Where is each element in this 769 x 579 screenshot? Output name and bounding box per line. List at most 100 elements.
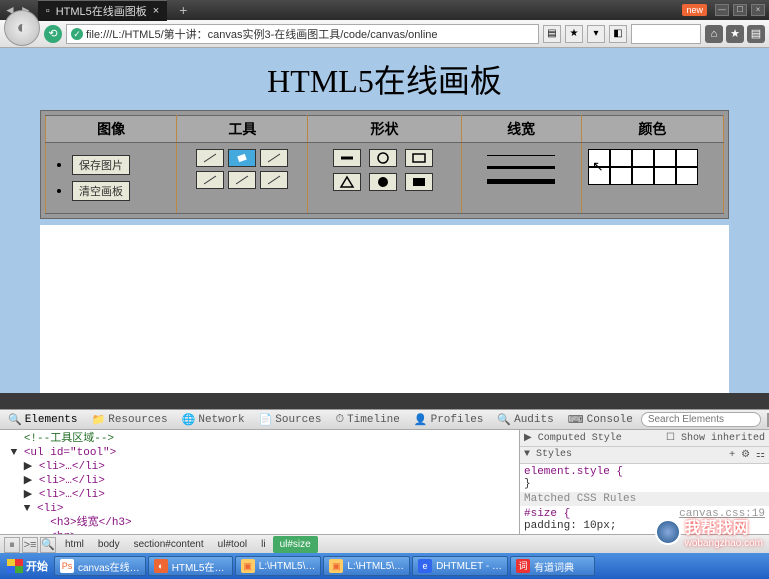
tab-timeline[interactable]: ⏱Timeline	[329, 412, 405, 428]
styles-section[interactable]: Styles	[536, 449, 572, 460]
taskbar-item[interactable]: Pscanvas在线…	[54, 556, 146, 576]
devtools-search	[641, 412, 761, 427]
crumb[interactable]: ul#tool	[211, 536, 254, 553]
browser-tab[interactable]: ▫ HTML5在线画图板 ×	[38, 0, 167, 21]
tab-audits[interactable]: 🔍Audits	[491, 411, 559, 429]
new-badge: new	[682, 4, 707, 16]
col-color: 颜色	[581, 116, 723, 143]
tab-console[interactable]: ⌨Console	[562, 411, 639, 429]
color-swatch[interactable]	[588, 149, 610, 167]
list-item: 清空画板	[72, 181, 170, 201]
reload-button[interactable]: ⟲	[44, 25, 62, 43]
elements-panel[interactable]: <!--工具区域--> ▼ <ul id="tool"> ▶ <li>…</li…	[0, 430, 519, 534]
page-content: HTML5在线画板 图像 工具 形状 线宽 颜色 保存图片 清空画板	[0, 48, 769, 393]
compat-icon[interactable]: ◧	[609, 25, 627, 43]
tab-resources[interactable]: 📁Resources	[86, 411, 174, 429]
star-icon[interactable]: ★	[565, 25, 583, 43]
tool-line[interactable]	[196, 171, 224, 189]
toolbar: 图像 工具 形状 线宽 颜色 保存图片 清空画板	[40, 110, 729, 219]
start-button[interactable]: 开始	[3, 558, 52, 574]
inspect-icon[interactable]: 🔍	[40, 537, 56, 553]
list-item: 保存图片	[72, 155, 170, 175]
taskbar-item[interactable]: ▣L:\HTML5\…	[235, 556, 322, 576]
color-swatch[interactable]	[610, 149, 632, 167]
tool-line2[interactable]	[228, 171, 256, 189]
col-width: 线宽	[461, 116, 581, 143]
devtools-tabs: 🔍Elements 📁Resources 🌐Network 📄Sources ⏱…	[0, 410, 769, 430]
taskbar-item[interactable]: ◐HTML5在…	[148, 556, 233, 576]
tab-close-icon[interactable]: ×	[153, 5, 159, 17]
search-input[interactable]	[631, 24, 701, 44]
shape-hline[interactable]	[333, 149, 361, 167]
menu-button[interactable]: ▤	[747, 25, 765, 43]
color-swatch[interactable]	[654, 149, 676, 167]
pause-icon[interactable]: ⏸	[4, 537, 20, 553]
tool-brush[interactable]	[260, 149, 288, 167]
dict-icon: 词	[516, 559, 530, 573]
rss-icon[interactable]: ▤	[543, 25, 561, 43]
tool-eraser[interactable]	[228, 149, 256, 167]
page-title: HTML5在线画板	[0, 48, 769, 110]
magnifier-icon	[655, 519, 681, 545]
dropdown-icon[interactable]: ▾	[587, 25, 605, 43]
tab-sources[interactable]: 📄Sources	[253, 411, 328, 429]
taskbar-item[interactable]: eDHTMLET - …	[412, 556, 508, 576]
color-swatch[interactable]	[676, 149, 698, 167]
color-swatch[interactable]	[588, 167, 610, 185]
color-swatch[interactable]	[654, 167, 676, 185]
canvas[interactable]	[40, 225, 729, 393]
tool-pencil[interactable]	[196, 149, 224, 167]
address-bar: ◐ ⟲ ✓ file:///L:/HTML5/第十讲：canvas实例3-在线画…	[0, 20, 769, 48]
shape-filled-circle[interactable]	[369, 173, 397, 191]
ie-icon: e	[418, 559, 432, 573]
tab-title: HTML5在线画图板	[56, 3, 147, 19]
home-button[interactable]: ⌂	[705, 25, 723, 43]
url-field[interactable]: ✓ file:///L:/HTML5/第十讲：canvas实例3-在线画图工具/…	[66, 24, 539, 44]
bookmark-button[interactable]: ★	[726, 25, 744, 43]
tool-table: 图像 工具 形状 线宽 颜色 保存图片 清空画板	[45, 115, 724, 214]
max-button[interactable]: ☐	[733, 4, 747, 16]
windows-logo-icon	[7, 559, 23, 573]
crumb[interactable]: body	[91, 536, 127, 553]
app-icon: Ps	[60, 559, 74, 573]
crumb[interactable]: li	[254, 536, 272, 553]
crumb-selected[interactable]: ul#size	[273, 536, 318, 553]
width-3[interactable]	[487, 166, 555, 169]
save-image-button[interactable]: 保存图片	[72, 155, 130, 175]
devtools-search-input[interactable]	[641, 412, 761, 427]
browser-logo-icon[interactable]: ◐	[4, 10, 40, 46]
col-image: 图像	[46, 116, 177, 143]
tool-line3[interactable]	[260, 171, 288, 189]
shape-rect[interactable]	[405, 149, 433, 167]
new-tab-button[interactable]: +	[173, 2, 193, 18]
taskbar-item[interactable]: ▣L:\HTML5\…	[323, 556, 410, 576]
crumb[interactable]: html	[58, 536, 91, 553]
min-button[interactable]: —	[715, 4, 729, 16]
color-swatch[interactable]	[632, 167, 654, 185]
col-tool: 工具	[177, 116, 308, 143]
width-5[interactable]	[487, 179, 555, 184]
app-icon: ◐	[154, 559, 168, 573]
folder-icon: ▣	[241, 559, 255, 573]
crumb[interactable]: section#content	[127, 536, 211, 553]
taskbar-item[interactable]: 词有道词典	[510, 556, 595, 576]
computed-section[interactable]: Computed Style	[538, 433, 622, 444]
watermark: 我帮找网 wobangzhao.com	[655, 514, 763, 549]
color-palette	[588, 149, 717, 185]
taskbar: 开始 Pscanvas在线… ◐HTML5在… ▣L:\HTML5\… ▣L:\…	[0, 553, 769, 579]
tab-elements[interactable]: 🔍Elements	[2, 411, 84, 429]
color-swatch[interactable]	[610, 167, 632, 185]
shape-filled-rect[interactable]	[405, 173, 433, 191]
tab-profiles[interactable]: 👤Profiles	[408, 411, 490, 429]
shape-triangle[interactable]	[333, 173, 361, 191]
width-1[interactable]	[487, 155, 555, 156]
console-icon[interactable]: >≡	[22, 537, 38, 553]
folder-icon: ▣	[329, 559, 343, 573]
tab-network[interactable]: 🌐Network	[176, 411, 251, 429]
color-swatch[interactable]	[632, 149, 654, 167]
secure-icon: ✓	[71, 28, 83, 40]
close-button[interactable]: ×	[751, 4, 765, 16]
color-swatch[interactable]	[676, 167, 698, 185]
clear-canvas-button[interactable]: 清空画板	[72, 181, 130, 201]
shape-circle[interactable]	[369, 149, 397, 167]
